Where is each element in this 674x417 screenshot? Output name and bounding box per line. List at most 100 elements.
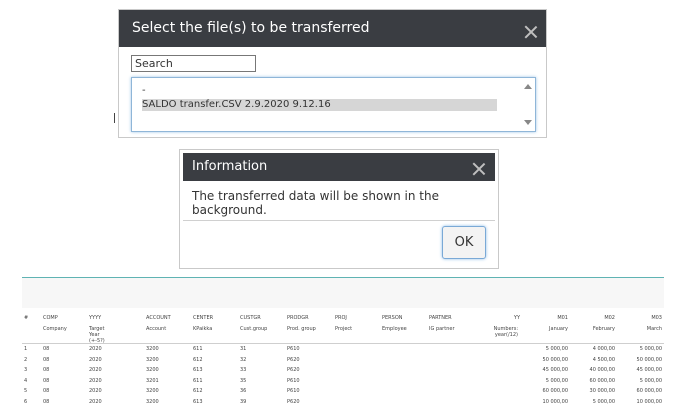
table-cell: 5 000,00 (592, 398, 615, 405)
table-cell: P620 (287, 356, 300, 363)
toolbar-band (22, 278, 664, 308)
file-listbox[interactable]: - SALDO transfer.CSV 2.9.2020 9.12.16 (131, 77, 536, 132)
column-header: PARTNER (429, 315, 452, 321)
table-cell: 31 (240, 346, 247, 352)
table-cell: 2 (24, 356, 28, 363)
close-icon[interactable] (472, 162, 486, 176)
table-cell: 36 (240, 388, 247, 394)
table-row[interactable]: 2 08 2020 3200 612 32 P620 50 000,00 4 500,00 50 … (22, 357, 664, 365)
table-cell: 45 000,00 (636, 367, 662, 373)
table-cell: 611 (193, 377, 203, 384)
table-row[interactable]: 5 08 2020 3200 612 36 P610 60 000,00 30 000,00 60… (22, 388, 664, 396)
column-sublabel: Account (146, 326, 167, 332)
table-row[interactable]: 3 08 2020 3200 613 33 P620 45 000,00 40 000,00 45… (22, 367, 664, 375)
column-header: CENTER (193, 315, 214, 321)
info-dialog-header: Information (183, 153, 495, 181)
scroll-down-icon[interactable] (524, 120, 532, 125)
column-sublabel: KPaikka (193, 326, 213, 332)
table-cell: 5 000,00 (545, 346, 568, 352)
column-sublabel: Project (335, 326, 353, 332)
table-cell: 2020 (89, 388, 102, 394)
table-cell: 5 000,00 (639, 346, 662, 352)
data-grid: # COMP YYYY ACCOUNT CENTER CUSTGR PRODGR PROJ PE… (22, 312, 664, 417)
table-cell: 1 (24, 346, 28, 352)
header-sublabels: Company Target Year (+-5?) Account KPaikka C… (22, 326, 664, 344)
table-cell: 612 (193, 356, 203, 363)
column-header: M02 (604, 315, 615, 321)
table-cell: 2020 (89, 398, 102, 405)
file-select-dialog: Select the file(s) to be transferred Sea… (119, 10, 546, 137)
column-sublabel: Numbers: year(/12) (493, 326, 518, 338)
column-header: PROJ (335, 315, 347, 321)
header-row: # COMP YYYY ACCOUNT CENTER CUSTGR PRODGR PROJ PE… (22, 315, 664, 323)
column-header: COMP (43, 315, 58, 321)
table-cell: P620 (287, 367, 300, 373)
table-cell: 50 000,00 (636, 356, 662, 363)
table-cell: 35 (240, 377, 247, 384)
table-cell: 3200 (146, 398, 159, 405)
table-row[interactable]: 4 08 2020 3201 611 35 P610 5 000,00 60 000,00 5 0… (22, 378, 664, 386)
table-cell: 4 (24, 377, 28, 384)
column-sublabel: Company (43, 326, 67, 332)
table-cell: 2020 (89, 367, 102, 373)
table-cell: 2020 (89, 356, 102, 363)
table-cell: 50 000,00 (542, 356, 568, 363)
scrollbar[interactable] (523, 82, 533, 127)
table-cell: 08 (43, 377, 50, 384)
table-cell: 613 (193, 398, 203, 405)
column-sublabel: Target Year (+-5?) (89, 326, 105, 344)
search-input[interactable]: Search (131, 55, 256, 72)
table-cell: 40 000,00 (589, 367, 615, 373)
table-cell: 3201 (146, 377, 159, 384)
table-cell: 60 000,00 (636, 388, 662, 394)
column-sublabel: Prod. group (287, 326, 316, 332)
column-sublabel: January (549, 326, 568, 332)
background-fragment (114, 113, 120, 123)
scroll-up-icon[interactable] (524, 84, 532, 89)
ok-button[interactable]: OK (442, 226, 486, 259)
column-sublabel: February (592, 326, 615, 332)
table-cell: 2020 (89, 346, 102, 352)
column-header: PERSON (382, 315, 403, 321)
close-icon[interactable] (524, 25, 538, 39)
list-item[interactable]: - (142, 85, 146, 96)
table-cell: P620 (287, 398, 300, 405)
table-cell: 5 000,00 (639, 377, 662, 384)
column-sublabel: Cust.group (240, 326, 268, 332)
table-cell: 10 000,00 (542, 398, 568, 405)
table-cell: 611 (193, 346, 203, 352)
table-row[interactable]: 1 08 2020 3200 611 31 P610 5 000,00 4 000,00 5 00… (22, 346, 664, 354)
table-cell: 60 000,00 (589, 377, 615, 384)
column-header: PRODGR (287, 315, 309, 321)
column-header: CUSTGR (240, 315, 261, 321)
table-cell: 08 (43, 346, 50, 352)
table-cell: 3200 (146, 346, 159, 352)
table-row[interactable]: 6 08 2020 3200 613 39 P620 10 000,00 5 000,00 10 … (22, 399, 664, 407)
table-cell: 3200 (146, 388, 159, 394)
table-cell: 08 (43, 356, 50, 363)
table-cell: 4 000,00 (592, 346, 615, 352)
table-cell: 10 000,00 (636, 398, 662, 405)
table-cell: 3200 (146, 356, 159, 363)
file-dialog-title: Select the file(s) to be transferred (132, 20, 370, 36)
column-header: M01 (557, 315, 568, 321)
column-sublabel: March (646, 326, 662, 332)
table-cell: P610 (287, 346, 300, 352)
table-cell: 08 (43, 398, 50, 405)
information-dialog: Information The transferred data will be… (180, 150, 498, 268)
column-header: YYYY (89, 315, 102, 321)
table-cell: 4 500,00 (592, 356, 615, 363)
table-cell: 08 (43, 388, 50, 394)
column-header: YY (513, 315, 520, 321)
info-message: The transferred data will be shown in th… (192, 189, 439, 217)
table-cell: 613 (193, 367, 203, 373)
table-cell: 45 000,00 (542, 367, 568, 373)
table-cell: 612 (193, 388, 203, 394)
table-cell: 08 (43, 367, 50, 373)
table-cell: 2020 (89, 377, 102, 384)
table-cell: 60 000,00 (542, 388, 568, 394)
info-dialog-title: Information (192, 159, 268, 174)
table-cell: 39 (240, 398, 247, 405)
column-sublabel: Employee (382, 326, 407, 332)
list-item-selected[interactable]: SALDO transfer.CSV 2.9.2020 9.12.16 (142, 99, 497, 111)
